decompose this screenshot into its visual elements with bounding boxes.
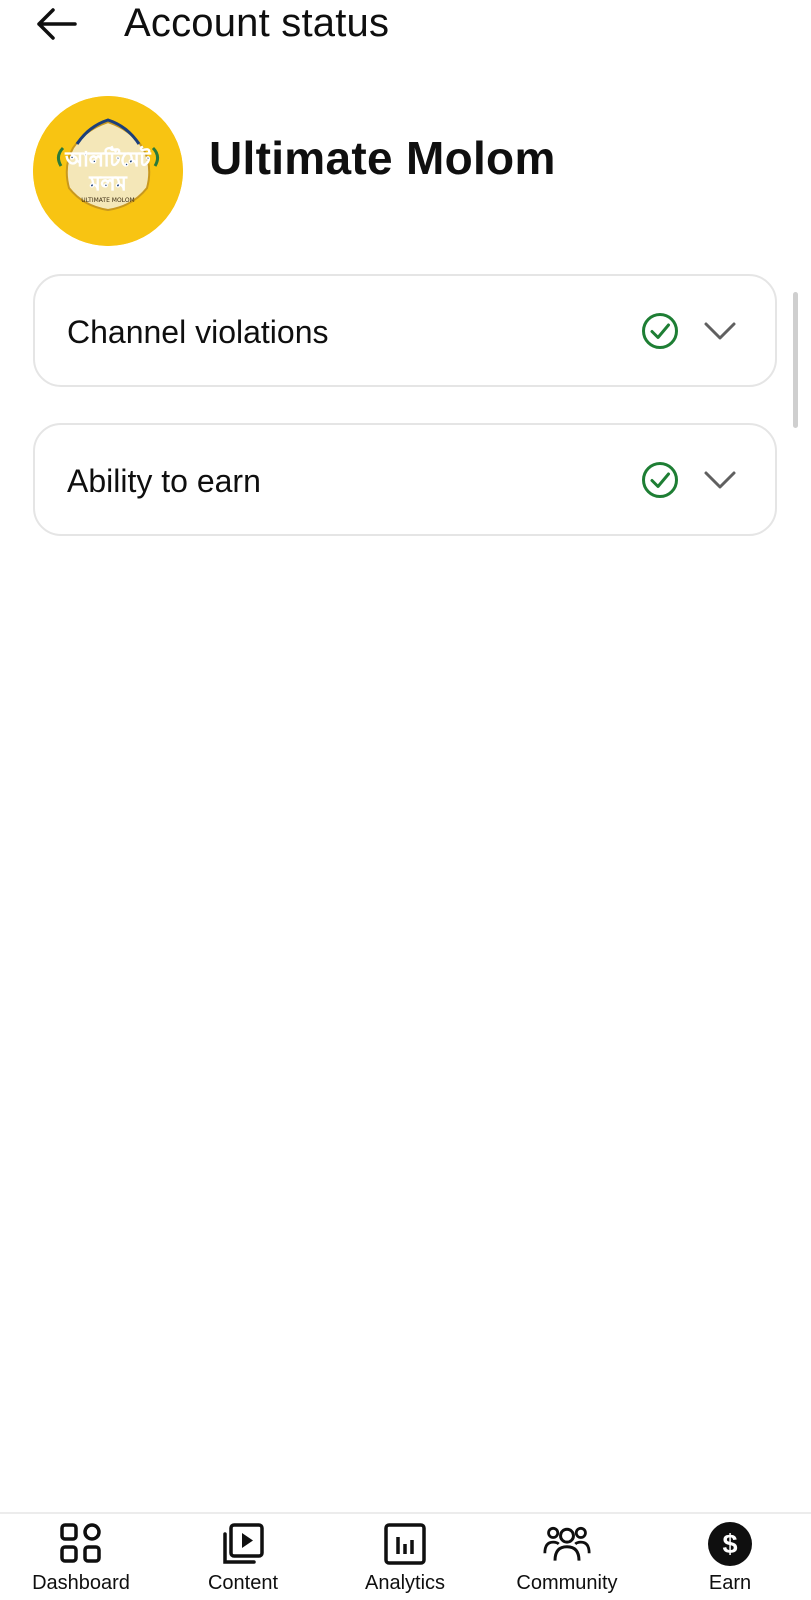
dashboard-grid-icon bbox=[57, 1520, 105, 1568]
nav-item-content[interactable]: Content bbox=[168, 1520, 318, 1600]
logo-bn-bottom: মলম bbox=[88, 171, 127, 195]
nav-item-earn[interactable]: $ Earn bbox=[655, 1520, 805, 1600]
status-card-label: Ability to earn bbox=[67, 463, 261, 499]
channel-logo: আলটিমেট মলম ULTIMATE MOLOM bbox=[33, 96, 183, 246]
check-circle-icon bbox=[642, 313, 678, 349]
page-title: Account status bbox=[124, 1, 390, 45]
earn-dollar-icon: $ bbox=[706, 1520, 754, 1568]
logo-bn-top: আলটিমেট bbox=[65, 146, 152, 171]
channel-name: Ultimate Molom bbox=[209, 132, 556, 184]
bottom-nav: Dashboard Content Analytics Community $ … bbox=[0, 1512, 811, 1600]
arrow-left-icon bbox=[37, 8, 77, 40]
logo-en: ULTIMATE MOLOM bbox=[81, 197, 134, 204]
nav-item-analytics[interactable]: Analytics bbox=[330, 1520, 480, 1600]
community-people-icon bbox=[543, 1520, 591, 1568]
nav-item-dashboard[interactable]: Dashboard bbox=[6, 1520, 156, 1600]
check-circle-icon bbox=[642, 462, 678, 498]
nav-item-community[interactable]: Community bbox=[492, 1520, 642, 1600]
status-card-channel-violations[interactable]: Channel violations bbox=[33, 274, 777, 387]
channel-avatar: আলটিমেট মলম ULTIMATE MOLOM bbox=[33, 96, 183, 246]
content-play-icon bbox=[219, 1520, 267, 1568]
nav-label: Earn bbox=[708, 1572, 752, 1594]
chevron-down-icon[interactable] bbox=[703, 316, 737, 346]
nav-label: Dashboard bbox=[32, 1572, 130, 1594]
back-button[interactable] bbox=[28, 2, 84, 46]
status-card-label: Channel violations bbox=[67, 314, 329, 350]
chevron-down-icon[interactable] bbox=[703, 465, 737, 495]
channel-header: আলটিমেট মলম ULTIMATE MOLOM Ultimate Molo… bbox=[33, 96, 556, 246]
nav-label: Analytics bbox=[364, 1572, 446, 1594]
analytics-chart-icon bbox=[381, 1520, 429, 1568]
status-card-ability-to-earn[interactable]: Ability to earn bbox=[33, 423, 777, 536]
nav-label: Content bbox=[207, 1572, 279, 1594]
top-app-bar: Account status bbox=[0, 0, 811, 56]
account-status-page: Account status আলটিমেট মলম ULTIMATE MOLO… bbox=[0, 0, 811, 1600]
nav-label: Community bbox=[516, 1572, 618, 1594]
scrollbar[interactable] bbox=[793, 292, 798, 428]
svg-text:$: $ bbox=[722, 1529, 737, 1559]
